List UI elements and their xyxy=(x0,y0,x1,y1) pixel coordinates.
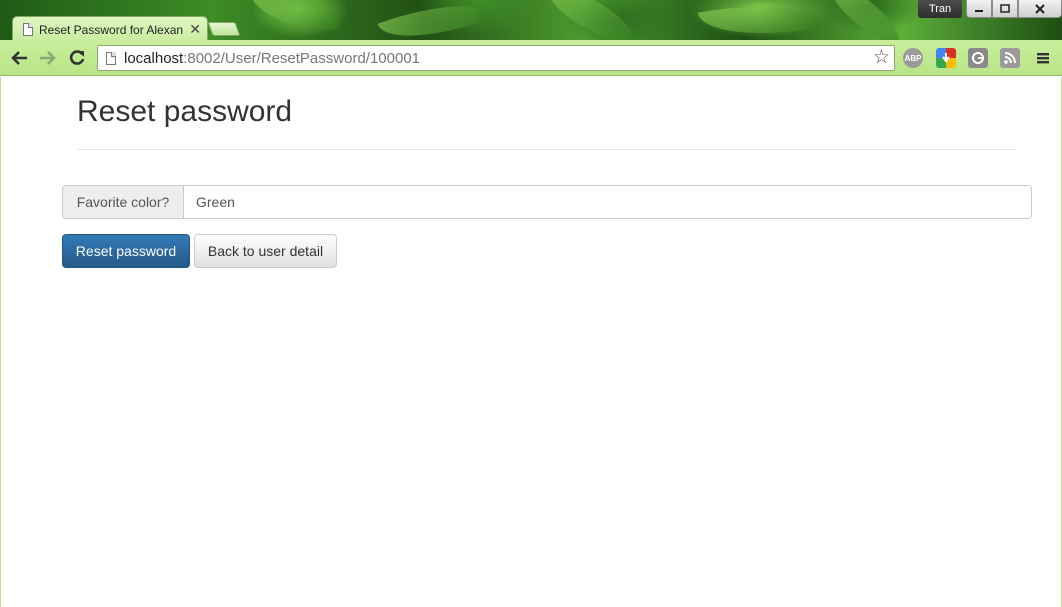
back-arrow-icon xyxy=(11,51,27,65)
security-question-group: Favorite color? xyxy=(62,185,1032,219)
google-g-icon xyxy=(972,52,984,64)
maximize-button[interactable] xyxy=(992,0,1018,18)
page-content: Reset password Favorite color? Reset pas… xyxy=(0,77,1062,607)
heading-divider xyxy=(77,149,1017,150)
theme-leaf-decoration xyxy=(250,0,340,30)
google-extension-icon[interactable] xyxy=(968,48,988,68)
tab-close-icon[interactable]: ✕ xyxy=(189,21,201,38)
extension-label: ABP xyxy=(904,53,922,63)
new-tab-button[interactable] xyxy=(207,22,241,36)
chrome-menu-button[interactable] xyxy=(1031,46,1055,70)
forward-arrow-icon xyxy=(40,51,56,65)
close-window-button[interactable] xyxy=(1018,0,1062,18)
window-titlebar: Reset Password for Alexan ✕ Tran xyxy=(0,0,1062,56)
back-to-user-detail-button[interactable]: Back to user detail xyxy=(194,234,337,268)
rss-extension-icon[interactable] xyxy=(1000,48,1020,68)
address-bar[interactable]: localhost:8002/User/ResetPassword/100001… xyxy=(97,45,895,71)
window-controls xyxy=(966,0,1062,18)
url-host: localhost xyxy=(124,49,184,67)
minimize-icon xyxy=(975,9,983,12)
browser-toolbar: localhost:8002/User/ResetPassword/100001… xyxy=(0,40,1062,76)
forward-nav-button[interactable] xyxy=(36,46,60,70)
reset-password-button[interactable]: Reset password xyxy=(62,234,190,268)
url-path: :8002/User/ResetPassword/100001 xyxy=(183,49,421,67)
download-extension-icon[interactable] xyxy=(936,48,956,68)
bookmark-star-icon[interactable]: ☆ xyxy=(873,48,890,68)
maximize-icon xyxy=(1000,3,1010,13)
adblock-extension-icon[interactable]: ABP xyxy=(903,48,923,68)
close-icon xyxy=(1035,3,1045,14)
tab-title: Reset Password for Alexan xyxy=(39,22,184,37)
profile-name-badge[interactable]: Tran xyxy=(918,0,962,18)
page-icon xyxy=(106,51,116,65)
reload-button[interactable] xyxy=(65,46,89,70)
security-answer-input[interactable] xyxy=(183,185,1032,219)
rss-icon xyxy=(1004,52,1016,64)
down-arrow-icon xyxy=(942,53,950,63)
back-nav-button[interactable] xyxy=(7,46,31,70)
page-icon xyxy=(23,23,33,36)
hamburger-menu-icon xyxy=(1037,53,1049,64)
browser-tab-active[interactable]: Reset Password for Alexan ✕ xyxy=(12,16,208,42)
security-question-label: Favorite color? xyxy=(62,185,183,219)
page-title: Reset password xyxy=(77,95,293,128)
reload-icon xyxy=(69,50,85,65)
minimize-button[interactable] xyxy=(966,0,992,18)
